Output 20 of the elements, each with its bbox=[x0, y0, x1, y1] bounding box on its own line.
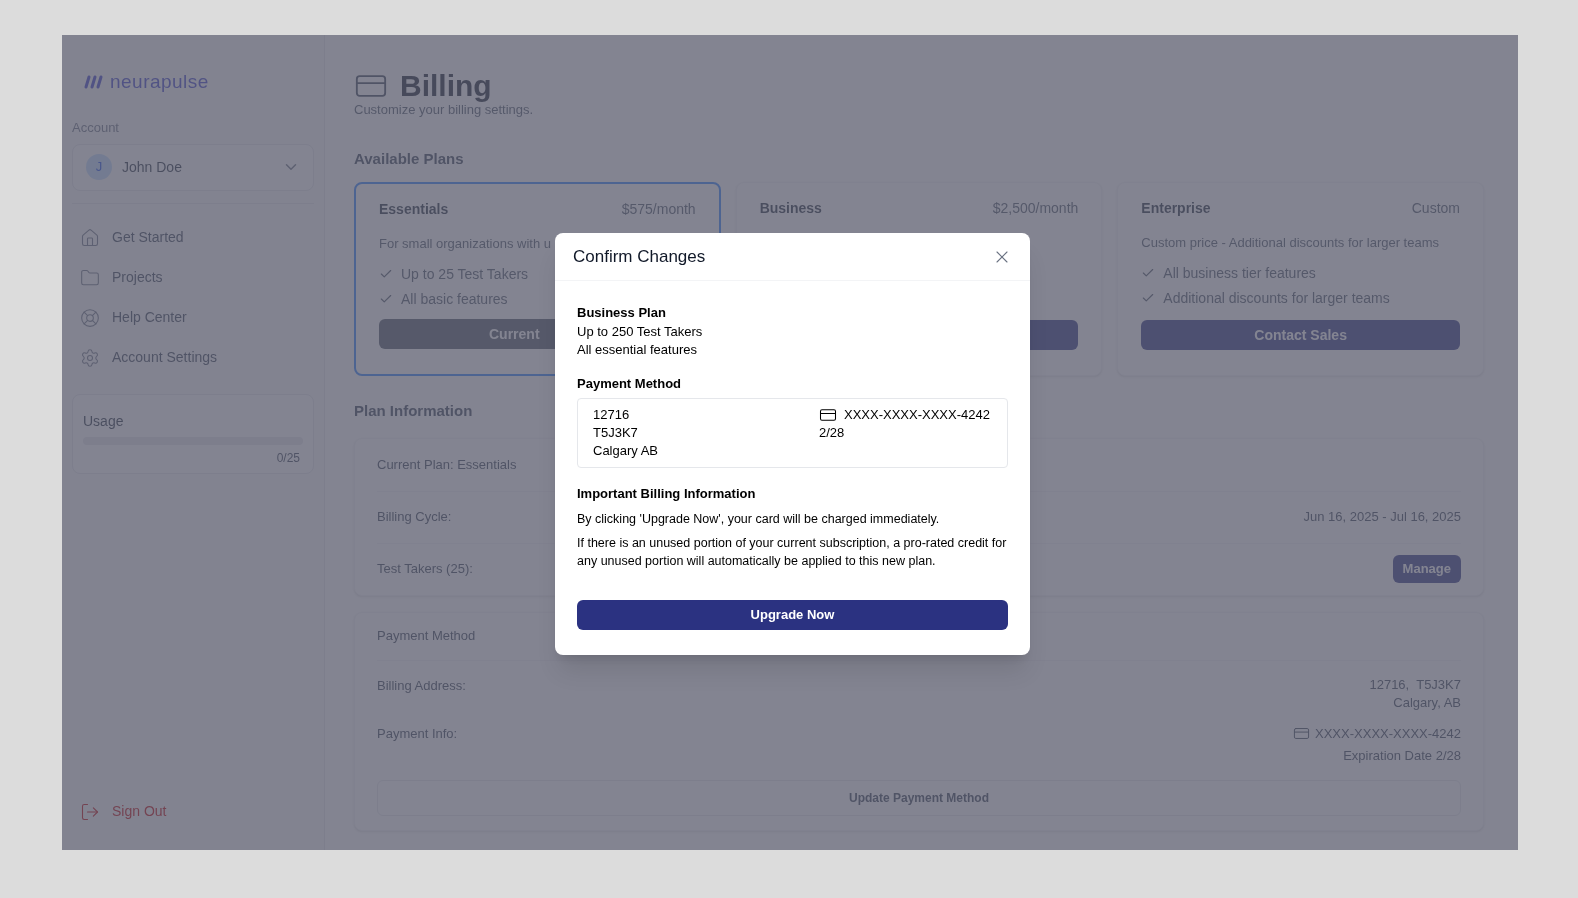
dialog-title: Confirm Changes bbox=[573, 245, 706, 268]
address-line: 12716 bbox=[593, 406, 630, 424]
address-line: Calgary AB bbox=[593, 442, 659, 460]
plan-title: Business Plan bbox=[577, 304, 666, 322]
credit-card-icon bbox=[819, 406, 837, 424]
plan-name: Enterprise bbox=[1141, 199, 1211, 218]
upgrade-button[interactable]: Upgrade Now bbox=[577, 599, 1008, 630]
info-heading: Important Billing Information bbox=[577, 485, 756, 503]
address-line: T5J3K7 bbox=[593, 424, 638, 442]
plan-name: Essentials bbox=[379, 200, 449, 219]
plan-detail: All essential features bbox=[577, 340, 697, 359]
info-paragraph: If there is an unused portion of your current subscription, a pro-rated credit for any unused portion will automatically be applied to this new plan. bbox=[577, 534, 1008, 570]
page-title: Billing bbox=[400, 68, 492, 104]
card-number: XXXX-XXXX-XXXX-4242 bbox=[844, 406, 990, 424]
plan-name: Business bbox=[759, 199, 822, 218]
card-expiry: 2/28 bbox=[819, 424, 845, 442]
plan-detail: Up to 250 Test Takers bbox=[577, 322, 703, 341]
payment-heading: Payment Method bbox=[577, 374, 681, 393]
info-paragraph: By clicking 'Upgrade Now', your card will be charged immediately. bbox=[577, 510, 941, 528]
usage-label: Usage bbox=[83, 411, 124, 431]
